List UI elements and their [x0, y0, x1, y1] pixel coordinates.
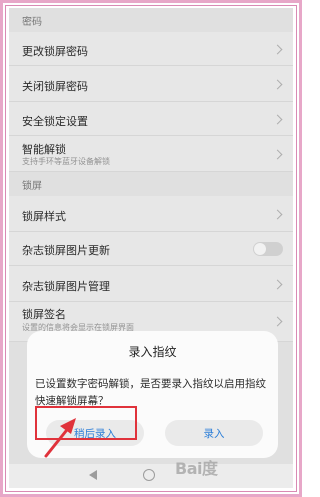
navigation-bar [9, 464, 293, 488]
watermark-logo: Bai度 [175, 459, 218, 478]
pointer-arrow-icon [44, 418, 76, 458]
enroll-button[interactable]: 录入 [165, 420, 263, 446]
home-icon[interactable] [143, 469, 155, 481]
dialog-title: 录入指纹 [128, 345, 177, 359]
back-icon[interactable] [89, 470, 97, 480]
dialog-message: 已设置数字密码解锁，是否要录入指纹以启用指纹快速解锁屏幕？ [35, 378, 266, 407]
